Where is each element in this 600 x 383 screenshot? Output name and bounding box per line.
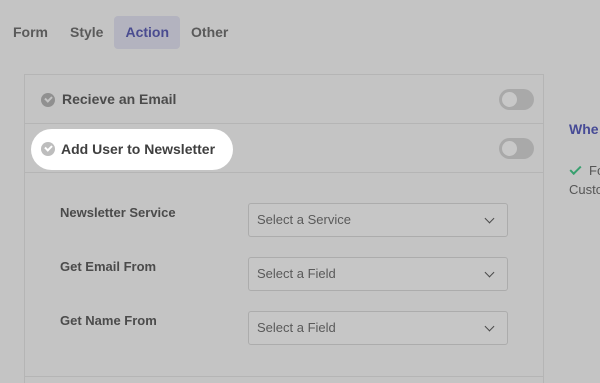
select-value: Select a Service	[257, 212, 351, 227]
check-circle-icon	[41, 93, 55, 107]
tab-bar: Form Style Action Other	[0, 16, 239, 49]
action-row-email[interactable]: Recieve an Email	[25, 75, 543, 124]
get-name-from-select[interactable]: Select a Field	[248, 311, 508, 345]
email-toggle[interactable]	[499, 89, 534, 110]
chevron-down-icon	[484, 267, 495, 278]
tab-form[interactable]: Form	[0, 16, 59, 49]
toggle-knob	[502, 92, 517, 107]
newsletter-service-select[interactable]: Select a Service	[248, 203, 508, 237]
side-panel-item: Fo	[589, 163, 600, 178]
checkmark-icon	[569, 162, 582, 176]
get-email-from-select[interactable]: Select a Field	[248, 257, 508, 291]
select-value: Select a Field	[257, 320, 336, 335]
tab-style[interactable]: Style	[59, 16, 114, 49]
get-name-from-label: Get Name From	[60, 313, 157, 328]
newsletter-highlight[interactable]: Add User to Newsletter	[31, 129, 233, 170]
select-value: Select a Field	[257, 266, 336, 281]
tab-action[interactable]: Action	[114, 16, 181, 49]
toggle-knob	[502, 141, 517, 156]
panel-divider	[24, 376, 544, 377]
side-panel-title: Whe	[569, 121, 599, 137]
check-circle-icon	[41, 142, 55, 156]
newsletter-toggle[interactable]	[499, 138, 534, 159]
newsletter-service-label: Newsletter Service	[60, 205, 176, 220]
chevron-down-icon	[484, 213, 495, 224]
tab-other[interactable]: Other	[180, 16, 239, 49]
side-panel-subtext: Custo	[569, 182, 600, 197]
action-label: Recieve an Email	[62, 91, 177, 107]
chevron-down-icon	[484, 321, 495, 332]
action-label: Add User to Newsletter	[61, 141, 216, 157]
get-email-from-label: Get Email From	[60, 259, 157, 274]
